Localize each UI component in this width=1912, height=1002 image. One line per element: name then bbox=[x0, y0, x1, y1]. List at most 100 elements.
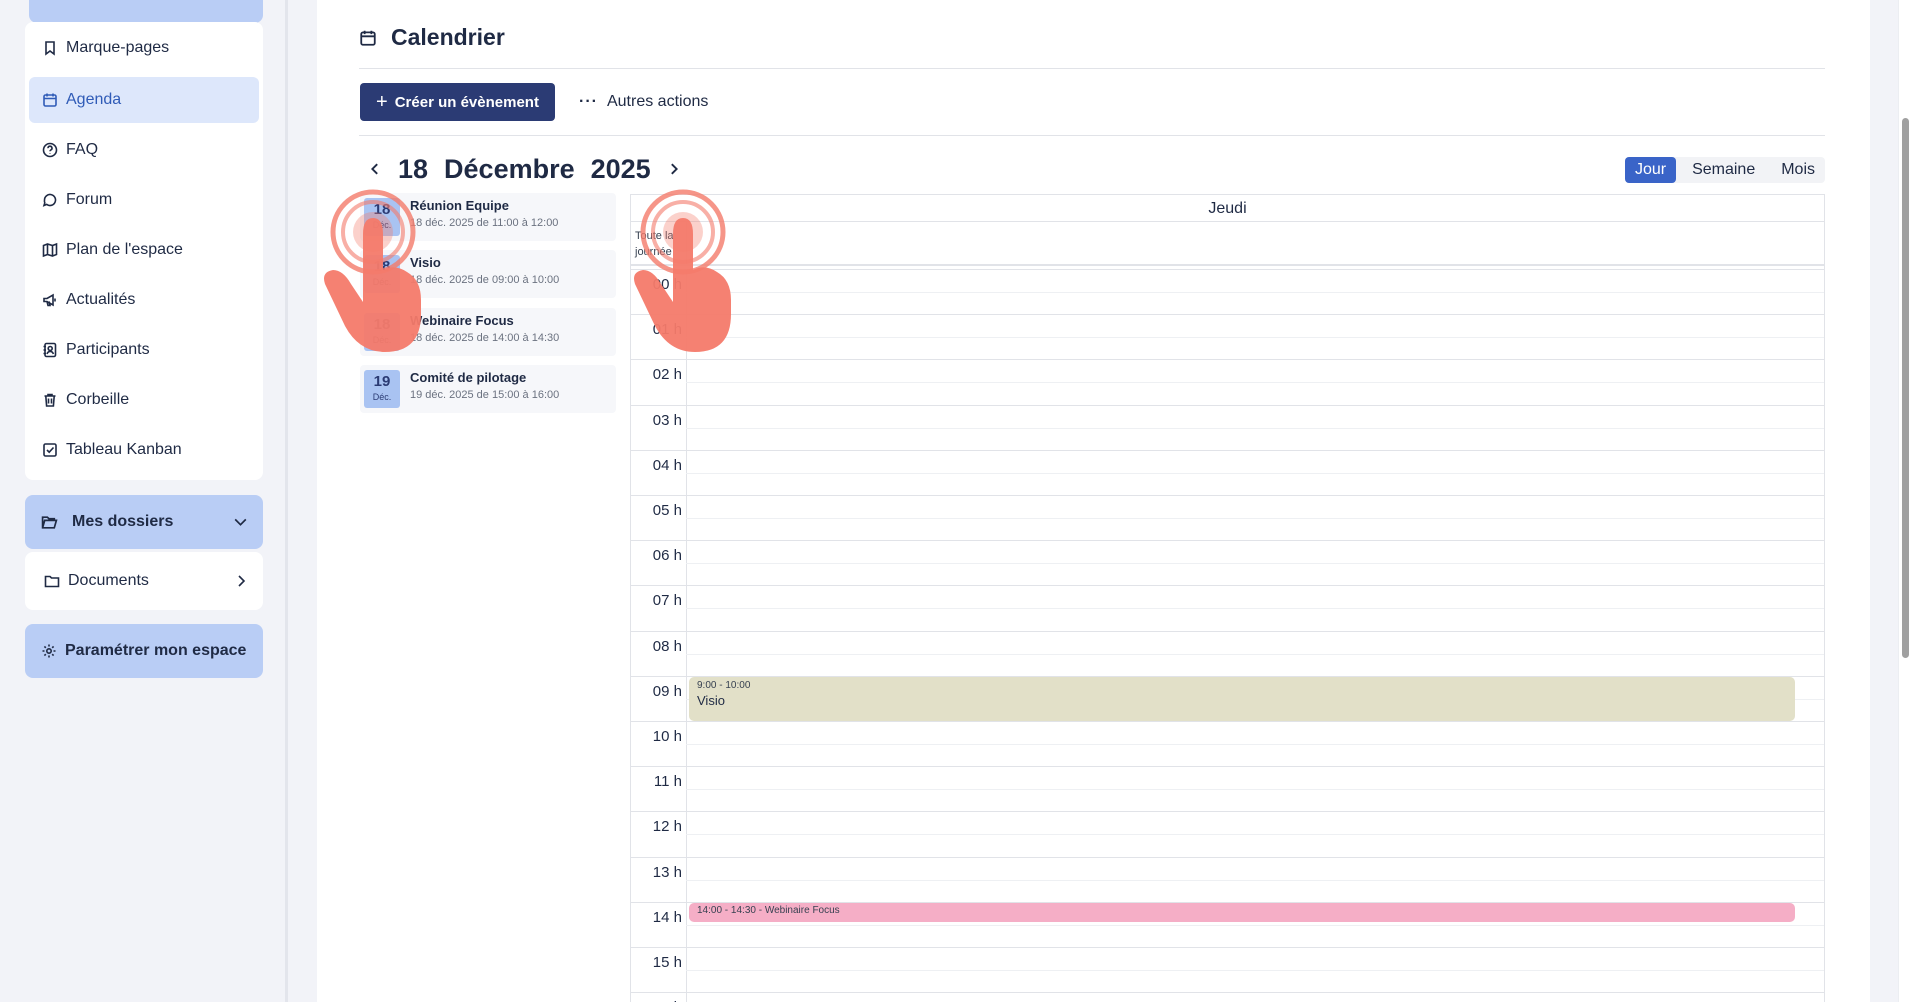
more-actions-button[interactable]: ··· Autres actions bbox=[579, 83, 708, 121]
sidebar-item-participants[interactable]: Participants bbox=[29, 327, 259, 373]
hour-label: 15 h bbox=[652, 954, 682, 971]
date-navigation: 18 Décembre 2025 bbox=[360, 152, 689, 186]
day-column-header: Jeudi bbox=[631, 195, 1824, 222]
sidebar-top-item[interactable] bbox=[29, 0, 263, 23]
event-title: Comité de pilotage bbox=[410, 370, 527, 385]
time-slots[interactable]: 00 h 01 h 02 h 03 h 04 h 05 h 06 h 07 h 08 h 09 h… bbox=[631, 269, 1824, 1002]
hour-line bbox=[631, 359, 1824, 360]
half-hour-line bbox=[686, 925, 1824, 926]
hour-line bbox=[631, 992, 1824, 993]
time-column-separator bbox=[686, 269, 687, 1002]
chat-icon bbox=[42, 193, 57, 207]
my-folders-toggle[interactable]: Mes dossiers bbox=[25, 495, 263, 549]
hour-line bbox=[631, 314, 1824, 315]
create-event-button[interactable]: + Créer un évènement bbox=[360, 83, 555, 121]
current-year: 2025 bbox=[590, 153, 651, 184]
half-hour-line bbox=[686, 473, 1824, 474]
event-list-item[interactable]: 18 Déc. Réunion Equipe 18 déc. 2025 de 1… bbox=[360, 193, 616, 241]
view-week-button[interactable]: Semaine bbox=[1682, 157, 1765, 183]
sidebar-item-faq[interactable]: FAQ bbox=[29, 127, 259, 173]
chevron-down-icon bbox=[234, 518, 247, 526]
half-hour-line bbox=[686, 608, 1824, 609]
hour-label: 04 h bbox=[652, 457, 682, 474]
hour-label: 02 h bbox=[652, 366, 682, 383]
hour-label: 12 h bbox=[652, 818, 682, 835]
gear-icon bbox=[42, 644, 56, 658]
calendar-icon bbox=[43, 93, 57, 107]
page-title: Calendrier bbox=[359, 24, 505, 51]
space-settings-button[interactable]: Paramétrer mon espace bbox=[25, 624, 263, 678]
half-hour-line bbox=[686, 789, 1824, 790]
documents-folder[interactable]: Documents bbox=[25, 552, 263, 610]
hour-label: 01 h bbox=[652, 321, 682, 338]
hour-label: 06 h bbox=[652, 547, 682, 564]
sidebar-item-agenda[interactable]: Agenda bbox=[29, 77, 259, 123]
half-hour-line bbox=[686, 382, 1824, 383]
half-hour-line bbox=[686, 563, 1824, 564]
half-hour-line bbox=[686, 880, 1824, 881]
sidebar-item-plan[interactable]: Plan de l'espace bbox=[29, 227, 259, 273]
hour-label: 03 h bbox=[652, 412, 682, 429]
hour-label: 00 h bbox=[652, 276, 682, 293]
hour-line bbox=[631, 631, 1824, 632]
event-time: 18 déc. 2025 de 11:00 à 12:00 bbox=[410, 217, 559, 229]
current-month: Décembre bbox=[444, 153, 575, 184]
calendar-event-visio[interactable]: 9:00 - 10:00 Visio bbox=[689, 677, 1795, 721]
sidebar-item-corbeille[interactable]: Corbeille bbox=[29, 377, 259, 423]
hour-line bbox=[631, 495, 1824, 496]
event-label: 14:00 - 14:30 - Webinaire Focus bbox=[697, 905, 840, 916]
half-hour-line bbox=[686, 970, 1824, 971]
hour-label: 07 h bbox=[652, 592, 682, 609]
event-time: 18 déc. 2025 de 14:00 à 14:30 bbox=[410, 332, 560, 344]
hour-label: 05 h bbox=[652, 502, 682, 519]
event-list-item[interactable]: 18 Déc. Webinaire Focus 18 déc. 2025 de … bbox=[360, 308, 616, 356]
folder-icon bbox=[44, 575, 60, 588]
chevron-right-icon bbox=[670, 163, 678, 175]
event-list-item[interactable]: 18 Déc. Visio 18 déc. 2025 de 09:00 à 10… bbox=[360, 250, 616, 298]
hour-label: 11 h bbox=[653, 773, 682, 790]
time-column-separator bbox=[686, 222, 687, 266]
half-hour-line bbox=[686, 834, 1824, 835]
half-hour-line bbox=[686, 518, 1824, 519]
event-time: 18 déc. 2025 de 09:00 à 10:00 bbox=[410, 274, 560, 286]
scrollbar-thumb[interactable] bbox=[1902, 118, 1909, 658]
sidebar-item-forum[interactable]: Forum bbox=[29, 177, 259, 223]
previous-day-button[interactable] bbox=[360, 154, 390, 184]
event-time: 19 déc. 2025 de 15:00 à 16:00 bbox=[410, 389, 560, 401]
event-date-badge: 19 Déc. bbox=[364, 370, 400, 408]
half-hour-line bbox=[686, 654, 1824, 655]
sidebar-item-actualites[interactable]: Actualités bbox=[29, 277, 259, 323]
event-title: Réunion Equipe bbox=[410, 198, 509, 213]
view-day-button[interactable]: Jour bbox=[1624, 157, 1677, 183]
event-date-badge: 18 Déc. bbox=[364, 313, 400, 351]
event-date-badge: 18 Déc. bbox=[364, 255, 400, 293]
half-hour-line bbox=[686, 337, 1824, 338]
hour-line bbox=[631, 721, 1824, 722]
half-hour-line bbox=[686, 292, 1824, 293]
next-day-button[interactable] bbox=[659, 154, 689, 184]
hour-label: 09 h bbox=[652, 683, 682, 700]
folder-open-icon bbox=[41, 515, 58, 529]
hour-label: 10 h bbox=[652, 728, 682, 745]
event-title: Visio bbox=[410, 255, 441, 270]
event-list-item[interactable]: 19 Déc. Comité de pilotage 19 déc. 2025 … bbox=[360, 365, 616, 413]
day-view-grid: Jeudi Toute la journée 00 h 01 h 02 h 03 h 0… bbox=[630, 194, 1825, 1002]
contacts-icon bbox=[43, 342, 57, 358]
sidebar-item-kanban[interactable]: Tableau Kanban bbox=[29, 427, 259, 473]
event-title: Visio bbox=[697, 693, 725, 708]
all-day-row[interactable]: Toute la journée bbox=[631, 222, 1824, 266]
view-month-button[interactable]: Mois bbox=[1771, 157, 1825, 183]
toolbar-divider bbox=[359, 135, 1825, 136]
half-hour-line bbox=[686, 744, 1824, 745]
title-divider bbox=[359, 68, 1825, 69]
event-date-badge: 18 Déc. bbox=[364, 198, 400, 236]
hour-line bbox=[631, 857, 1824, 858]
main-content: Calendrier + Créer un évènement ··· Autr… bbox=[317, 0, 1870, 1002]
plus-icon: + bbox=[376, 91, 388, 113]
all-day-label: Toute la journée bbox=[635, 230, 674, 258]
calendar-event-webinaire[interactable]: 14:00 - 14:30 - Webinaire Focus bbox=[689, 903, 1795, 922]
chevron-right-icon bbox=[238, 575, 246, 587]
sidebar-item-marque-pages[interactable]: Marque-pages bbox=[29, 25, 259, 71]
trash-icon bbox=[44, 393, 56, 407]
map-icon bbox=[42, 242, 58, 258]
